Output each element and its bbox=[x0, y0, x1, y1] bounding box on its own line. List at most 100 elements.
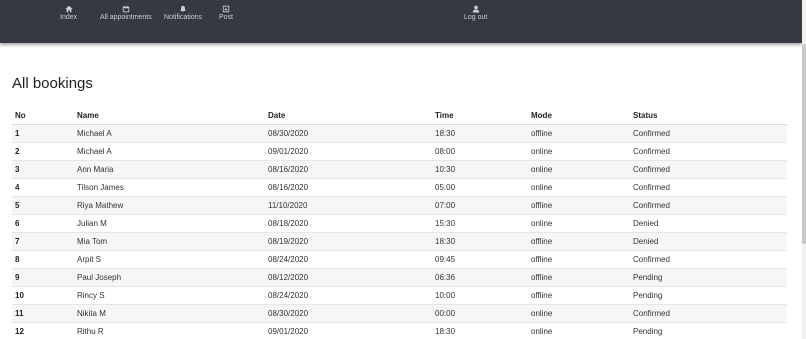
cell-mode: offline bbox=[528, 123, 630, 142]
cell-status: Pending bbox=[630, 267, 787, 286]
table-row: 8 Arpit S 08/24/2020 09:45 offline Confirmed bbox=[12, 249, 787, 268]
cell-status: Pending bbox=[630, 321, 787, 339]
cell-no: 6 bbox=[12, 213, 74, 232]
cell-time: 05:00 bbox=[432, 177, 528, 196]
table-row: 5 Riya Mathew 11/10/2020 07:00 offline Confir… bbox=[12, 195, 787, 214]
header-mode: Mode bbox=[528, 107, 630, 125]
header-date: Date bbox=[265, 107, 432, 125]
table-row: 7 Mia Tom 08/19/2020 18:30 offline Denied bbox=[12, 231, 787, 250]
cell-date: 11/10/2020 bbox=[265, 195, 432, 214]
cell-mode: offline bbox=[528, 267, 630, 286]
table-body: 1 Michael A 08/30/2020 18:30 offline Confirme… bbox=[12, 123, 787, 339]
nav-notifications-label: Notifications bbox=[164, 14, 203, 21]
table-row: 9 Paul Joseph 08/12/2020 06:36 offline Pendin… bbox=[12, 267, 787, 286]
calendar-icon bbox=[122, 5, 130, 13]
cell-status: Confirmed bbox=[630, 177, 787, 196]
cell-no: 11 bbox=[12, 303, 74, 322]
cell-name: Rincy S bbox=[74, 285, 265, 304]
nav-all-appointments-link[interactable]: All appointments bbox=[100, 5, 152, 22]
cell-name: Michael A bbox=[74, 141, 265, 160]
cell-status: Pending bbox=[630, 285, 787, 304]
cell-time: 10:00 bbox=[432, 285, 528, 304]
cell-time: 15:30 bbox=[432, 213, 528, 232]
nav-logout-link[interactable]: Log out bbox=[464, 5, 487, 22]
cell-no: 4 bbox=[12, 177, 74, 196]
cell-date: 08/30/2020 bbox=[265, 123, 432, 142]
cell-date: 08/16/2020 bbox=[265, 159, 432, 178]
cell-no: 2 bbox=[12, 141, 74, 160]
cell-name: Paul Joseph bbox=[74, 267, 265, 286]
cell-date: 09/01/2020 bbox=[265, 141, 432, 160]
cell-name: Riya Mathew bbox=[74, 195, 265, 214]
cell-date: 08/12/2020 bbox=[265, 267, 432, 286]
cell-mode: offline bbox=[528, 285, 630, 304]
cell-no: 1 bbox=[12, 123, 74, 142]
page-title: All bookings bbox=[12, 75, 93, 92]
cell-mode: offline bbox=[528, 195, 630, 214]
cell-name: Mia Tom bbox=[74, 231, 265, 250]
cell-status: Confirmed bbox=[630, 123, 787, 142]
nav-index-link[interactable]: Index bbox=[60, 5, 77, 22]
cell-status: Confirmed bbox=[630, 249, 787, 268]
nav-post-label: Post bbox=[219, 14, 234, 21]
nav-post-link[interactable]: Post bbox=[219, 5, 233, 22]
cell-date: 08/30/2020 bbox=[265, 303, 432, 322]
table-row: 11 Nikita M 08/30/2020 00:00 online Confirmed bbox=[12, 303, 787, 322]
cell-no: 5 bbox=[12, 195, 74, 214]
cell-mode: offline bbox=[528, 249, 630, 268]
table-header-row: No Name Date Time Mode Status bbox=[12, 107, 787, 125]
table-row: 4 Tilson James 08/16/2020 05:00 online Confir… bbox=[12, 177, 787, 196]
page-scrollbar[interactable] bbox=[802, 0, 806, 339]
header-time: Time bbox=[432, 107, 528, 125]
cell-name: Arpit S bbox=[74, 249, 265, 268]
cell-name: Nikita M bbox=[74, 303, 265, 322]
bell-icon bbox=[180, 5, 186, 12]
cell-time: 06:36 bbox=[432, 267, 528, 286]
cell-time: 18:30 bbox=[432, 321, 528, 339]
top-navbar: Index All appointments Notifications Pos… bbox=[0, 0, 802, 43]
table-row: 3 Ann Maria 08/16/2020 10:30 online Confirmed bbox=[12, 159, 787, 178]
table-row: 6 Julian M 08/18/2020 15:30 online Denied bbox=[12, 213, 787, 232]
cell-mode: online bbox=[528, 213, 630, 232]
cell-no: 12 bbox=[12, 321, 74, 339]
header-name: Name bbox=[74, 107, 265, 125]
cell-mode: online bbox=[528, 321, 630, 339]
cell-time: 18:30 bbox=[432, 231, 528, 250]
cell-name: Michael A bbox=[74, 123, 265, 142]
cell-date: 08/16/2020 bbox=[265, 177, 432, 196]
cell-status: Confirmed bbox=[630, 141, 787, 160]
user-icon bbox=[472, 5, 479, 13]
cell-no: 10 bbox=[12, 285, 74, 304]
cell-status: Confirmed bbox=[630, 195, 787, 214]
nav-index-label: Index bbox=[60, 14, 78, 21]
bookings-table: No Name Date Time Mode Status 1 Michael A… bbox=[12, 107, 787, 339]
post-icon bbox=[222, 5, 230, 13]
cell-mode: offline bbox=[528, 231, 630, 250]
cell-date: 08/18/2020 bbox=[265, 213, 432, 232]
table-row: 2 Michael A 09/01/2020 08:00 online Confirmed bbox=[12, 141, 787, 160]
table-row: 10 Rincy S 08/24/2020 10:00 offline Pending bbox=[12, 285, 787, 304]
cell-mode: online bbox=[528, 159, 630, 178]
header-status: Status bbox=[630, 107, 787, 125]
cell-time: 00:00 bbox=[432, 303, 528, 322]
cell-name: Julian M bbox=[74, 213, 265, 232]
cell-time: 09:45 bbox=[432, 249, 528, 268]
cell-no: 7 bbox=[12, 231, 74, 250]
cell-mode: online bbox=[528, 303, 630, 322]
cell-status: Confirmed bbox=[630, 303, 787, 322]
nav-logout-label: Log out bbox=[464, 14, 488, 21]
cell-no: 3 bbox=[12, 159, 74, 178]
cell-mode: online bbox=[528, 141, 630, 160]
cell-no: 8 bbox=[12, 249, 74, 268]
home-icon bbox=[64, 5, 73, 13]
cell-date: 08/24/2020 bbox=[265, 249, 432, 268]
cell-no: 9 bbox=[12, 267, 74, 286]
page-scrollbar-thumb[interactable] bbox=[802, 44, 806, 244]
cell-status: Denied bbox=[630, 213, 787, 232]
cell-name: Tilson James bbox=[74, 177, 265, 196]
cell-name: Rithu R bbox=[74, 321, 265, 339]
cell-time: 18:30 bbox=[432, 123, 528, 142]
nav-notifications-link[interactable]: Notifications bbox=[164, 5, 202, 22]
cell-time: 08:00 bbox=[432, 141, 528, 160]
cell-date: 08/19/2020 bbox=[265, 231, 432, 250]
